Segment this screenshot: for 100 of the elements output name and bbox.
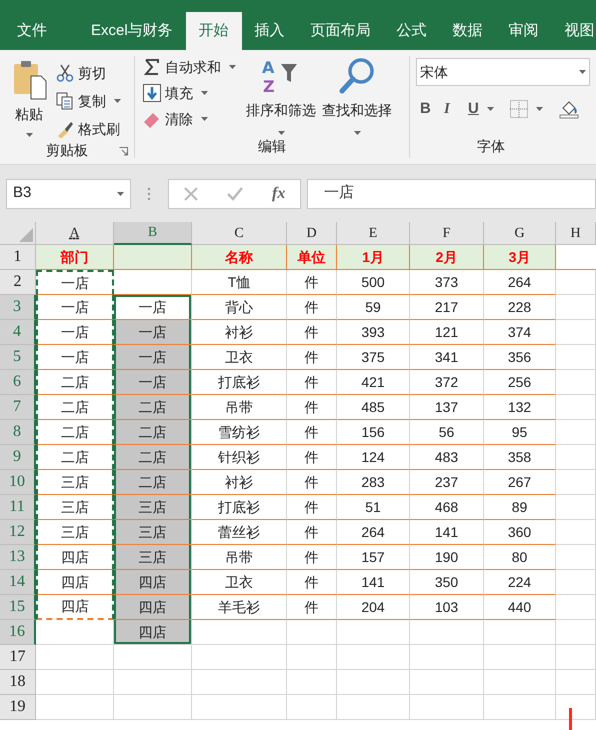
copy-button[interactable]: 复制 (56, 90, 121, 112)
row-header[interactable]: 13 (0, 545, 36, 570)
bold-button[interactable]: B (420, 98, 436, 120)
column-header[interactable]: C (192, 222, 287, 245)
column-header[interactable]: E (337, 222, 410, 245)
table-cell: 283 (337, 470, 410, 495)
row-header[interactable]: 5 (0, 345, 36, 370)
table-cell: 228 (484, 295, 556, 320)
column-heading: 单位 (287, 245, 337, 270)
cut-button[interactable]: 剪切 (56, 62, 121, 84)
italic-button[interactable]: I (444, 98, 460, 120)
table-cell: 四店 (36, 595, 114, 620)
name-box[interactable]: B3 (6, 178, 131, 208)
table-cell: 二店 (36, 395, 114, 420)
ribbon-tab[interactable]: 视图 (552, 12, 596, 50)
format-painter-button[interactable]: 格式刷 (56, 118, 121, 140)
row-header[interactable]: 8 (0, 420, 36, 445)
table-cell: 一店 (36, 320, 114, 345)
row-header[interactable]: 2 (0, 270, 36, 295)
ribbon-tab[interactable]: 审阅 (496, 12, 552, 50)
column-header[interactable]: B (114, 222, 192, 245)
find-select-button[interactable]: 查找和选择 (319, 56, 395, 136)
table-cell: 103 (410, 595, 484, 620)
table-cell: 件 (287, 420, 337, 445)
table-cell: 156 (337, 420, 410, 445)
row-header[interactable]: 9 (0, 445, 36, 470)
table-cell: 三店 (114, 495, 192, 520)
column-heading: 3月 (484, 245, 556, 270)
ribbon-tab[interactable]: 插入 (242, 12, 298, 50)
font-name-dropdown[interactable]: 宋体 (416, 58, 590, 86)
table-cell: 124 (337, 445, 410, 470)
ribbon-tab[interactable]: 数据 (440, 12, 496, 50)
column-heading: 1月 (337, 245, 410, 270)
table-cell: 打底衫 (192, 495, 287, 520)
table-cell: 500 (337, 270, 410, 295)
row-header[interactable]: 18 (0, 670, 36, 695)
table-cell: 件 (287, 595, 337, 620)
underline-button[interactable]: U (468, 98, 479, 120)
table-cell: 三店 (36, 495, 114, 520)
table-cell: 二店 (36, 445, 114, 470)
table-cell: 95 (484, 420, 556, 445)
table-cell: 59 (337, 295, 410, 320)
column-header[interactable]: F (410, 222, 484, 245)
ribbon-tab[interactable]: 页面布局 (298, 12, 384, 50)
column-header[interactable]: D (287, 222, 337, 245)
row-header[interactable]: 1 (0, 245, 36, 270)
insert-function-button[interactable]: fx (272, 182, 286, 206)
sort-filter-button[interactable]: A Z 排序和筛选 (243, 56, 319, 136)
row-header[interactable]: 14 (0, 570, 36, 595)
table-cell: 一店 (114, 370, 192, 395)
table-cell: 打底衫 (192, 370, 287, 395)
row-header[interactable]: 11 (0, 495, 36, 520)
row-header[interactable]: 7 (0, 395, 36, 420)
table-cell: 132 (484, 395, 556, 420)
table-cell: 256 (484, 370, 556, 395)
ribbon-tab[interactable]: 开始 (186, 12, 242, 50)
ribbon-tab[interactable]: 公式 (384, 12, 440, 50)
table-cell: 51 (337, 495, 410, 520)
table-cell: 375 (337, 345, 410, 370)
row-header[interactable]: 16 (0, 620, 36, 645)
table-cell: 件 (287, 445, 337, 470)
fill-button[interactable]: 填充 (143, 82, 243, 104)
row-header[interactable]: 3 (0, 295, 36, 320)
table-cell: 二店 (114, 420, 192, 445)
table-cell: 衬衫 (192, 320, 287, 345)
row-header[interactable]: 19 (0, 695, 36, 720)
table-cell: 264 (484, 270, 556, 295)
table-cell: 356 (484, 345, 556, 370)
table-cell: 421 (337, 370, 410, 395)
table-cell: 157 (337, 545, 410, 570)
clear-button[interactable]: 清除 (143, 108, 243, 130)
column-heading: 名称 (192, 245, 287, 270)
table-cell: 四店 (36, 570, 114, 595)
paste-button[interactable]: 粘贴 (8, 58, 50, 140)
autosum-button[interactable]: 自动求和 (143, 56, 243, 78)
table-cell: 360 (484, 520, 556, 545)
row-header[interactable]: 17 (0, 645, 36, 670)
table-cell: 吊带 (192, 545, 287, 570)
table-cell: 四店 (114, 595, 192, 620)
column-header[interactable]: A (36, 222, 114, 245)
formula-field[interactable]: 一店 (307, 178, 596, 208)
row-header[interactable]: 4 (0, 320, 36, 345)
table-cell: 件 (287, 270, 337, 295)
column-header[interactable]: G (484, 222, 556, 245)
ribbon-tab[interactable]: Excel与财务 (78, 12, 186, 50)
table-cell: 204 (337, 595, 410, 620)
ribbon-tab[interactable]: 文件 (4, 12, 60, 50)
table-cell: 件 (287, 370, 337, 395)
table-cell: 吊带 (192, 395, 287, 420)
table-cell: 件 (287, 545, 337, 570)
group-label: 编辑 (257, 137, 287, 156)
table-cell: T恤 (192, 270, 287, 295)
row-header[interactable]: 15 (0, 595, 36, 620)
table-cell: 190 (410, 545, 484, 570)
row-header[interactable]: 6 (0, 370, 36, 395)
row-header[interactable]: 10 (0, 470, 36, 495)
sort-letter: Z (263, 77, 275, 96)
row-header[interactable]: 12 (0, 520, 36, 545)
column-heading: 部门 (36, 245, 114, 270)
column-header[interactable]: H (556, 222, 596, 245)
